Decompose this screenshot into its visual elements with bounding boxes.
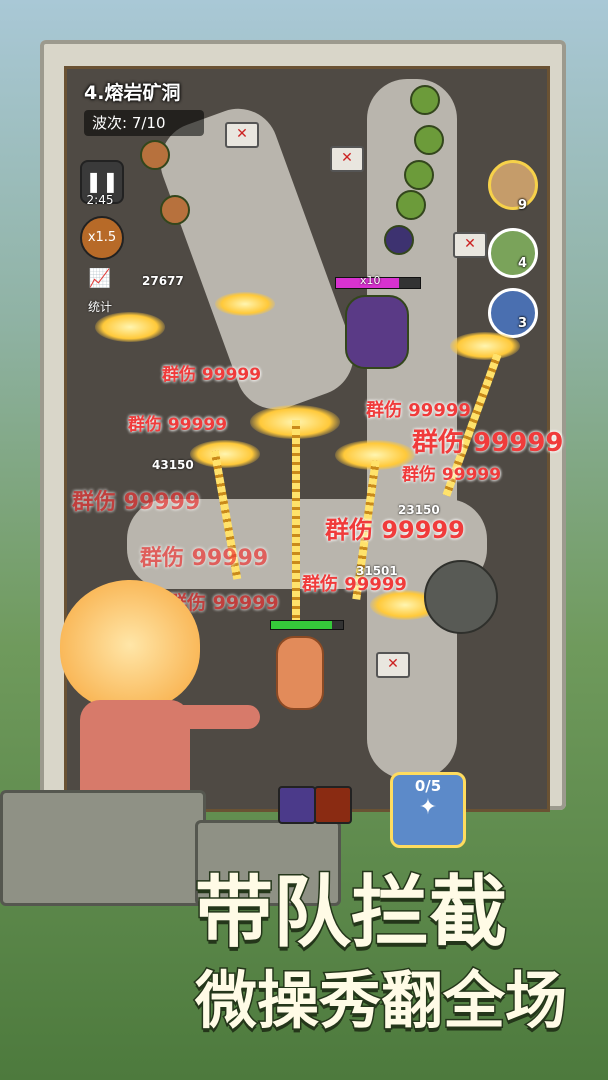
lightning-ring	[215, 292, 275, 316]
goblin-enemy	[396, 190, 426, 220]
lightning-ring	[190, 440, 260, 468]
build-slot-flag[interactable]: ✕	[453, 232, 487, 258]
goblin-enemy	[410, 85, 440, 115]
card-icon: ✦	[418, 795, 438, 820]
unit-hp-number: 27677	[142, 274, 184, 288]
damage-text: 群伤 99999	[140, 546, 269, 571]
unit-hp-number: 43150	[152, 458, 194, 472]
hero-count: 4	[518, 256, 528, 271]
lightning-chain	[292, 420, 300, 620]
build-slot-flag[interactable]: ✕	[225, 122, 259, 148]
goblin-enemy	[414, 125, 444, 155]
ogre-enemy	[160, 195, 190, 225]
spider-enemy	[384, 225, 414, 255]
chart-icon: 📈	[88, 268, 112, 289]
card-counter[interactable]: 0/5 ✦	[390, 772, 466, 848]
slogan-line-2: 微操秀翻全场	[193, 963, 568, 1039]
build-slot-flag[interactable]: ✕	[376, 652, 410, 678]
damage-text: 群伤 99999	[412, 428, 564, 458]
damage-text: 群伤 99999	[162, 365, 262, 385]
damage-text: 群伤 99999	[72, 490, 201, 515]
stats-label: 统计	[87, 300, 112, 314]
ogre-enemy	[140, 140, 170, 170]
boss-enemy	[345, 295, 409, 369]
unit-hp-number: 31501	[356, 564, 398, 578]
damage-text: 群伤 99999	[366, 400, 471, 421]
timer: 2:45	[86, 193, 114, 207]
hero-portrait[interactable]	[488, 288, 538, 338]
boss-multiplier: x10	[360, 274, 381, 287]
lightning-ring	[95, 312, 165, 342]
slogan-line-1: 带队拦截	[193, 867, 508, 960]
unit-hp-number: 23150	[398, 503, 440, 517]
lightning-ring	[450, 332, 520, 360]
damage-text: 群伤 99999	[402, 465, 502, 485]
pause-icon: ❚❚	[85, 169, 119, 193]
hero-count: 3	[518, 316, 528, 331]
card-count-text: 0/5	[414, 777, 442, 795]
wave-counter: 波次: 7/10	[84, 110, 204, 136]
damage-text: 群伤 99999	[325, 516, 465, 544]
stone-block	[0, 790, 206, 906]
build-slot-flag[interactable]: ✕	[330, 146, 364, 172]
stage-title: 4.熔岩矿洞	[84, 82, 181, 104]
damage-text: 群伤 99999	[128, 415, 228, 435]
speed-button[interactable]: x1.5	[80, 216, 124, 260]
hero-portrait[interactable]	[488, 228, 538, 278]
skill-slot[interactable]	[278, 786, 316, 824]
boulder	[424, 560, 498, 634]
goblin-enemy	[404, 160, 434, 190]
skill-slot[interactable]	[314, 786, 352, 824]
hero-count: 9	[518, 198, 528, 213]
hero-hp-bar	[270, 620, 344, 630]
hero-unit[interactable]	[276, 636, 324, 710]
hero-portrait[interactable]	[488, 160, 538, 210]
hero-hp-fill	[271, 621, 333, 629]
